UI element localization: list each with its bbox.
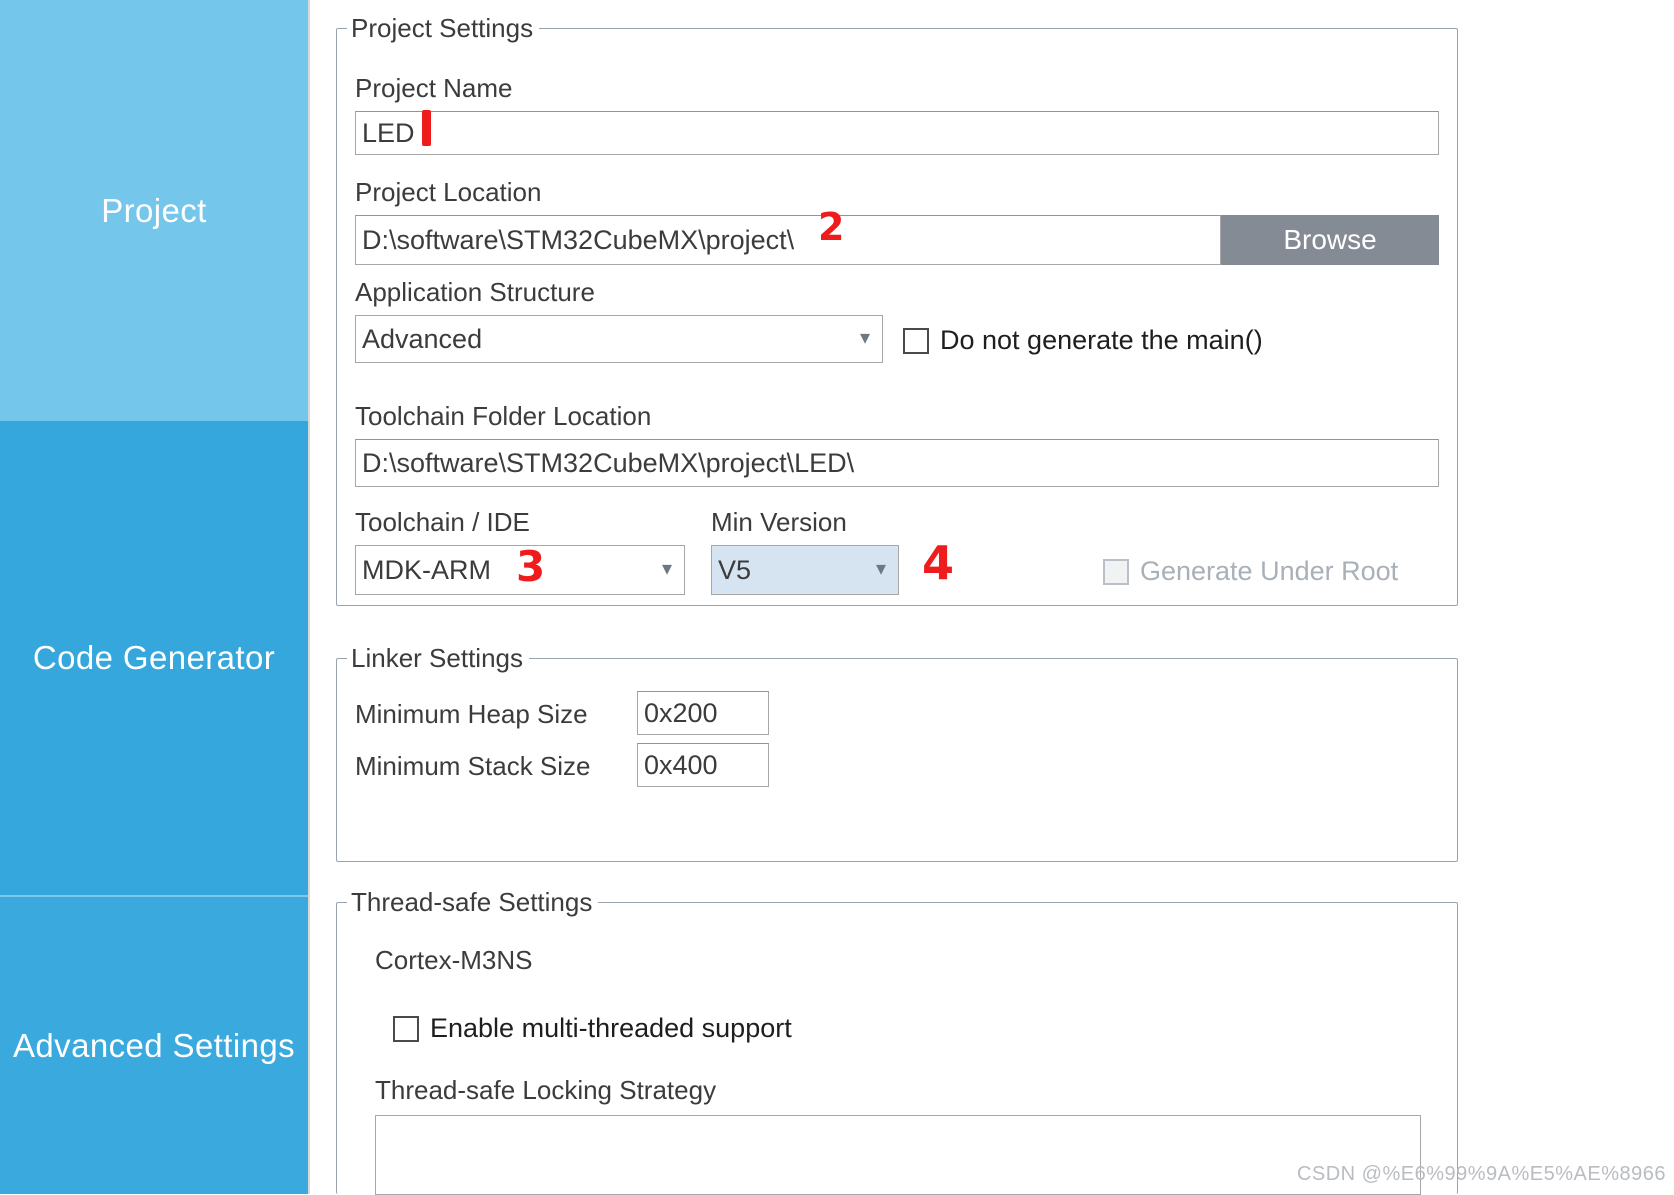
thread-safe-locking-strategy-select[interactable]: [375, 1115, 1421, 1195]
thread-safe-locking-strategy-label: Thread-safe Locking Strategy: [375, 1075, 717, 1105]
do-not-generate-main-checkbox-row[interactable]: Do not generate the main(): [903, 325, 1263, 356]
chevron-down-icon: ▾: [859, 327, 870, 349]
project-location-label: Project Location: [355, 177, 542, 207]
application-structure-label: Application Structure: [355, 277, 595, 307]
settings-panel: Project Settings Project Name LED Projec…: [308, 0, 1674, 1195]
application-structure-select[interactable]: Advanced ▾: [355, 315, 883, 363]
sidebar-item-project[interactable]: Project: [0, 0, 308, 421]
project-settings-group-title: Project Settings: [347, 13, 540, 44]
enable-multithreaded-support-checkbox-row[interactable]: Enable multi-threaded support: [393, 1013, 792, 1044]
browse-button[interactable]: Browse: [1221, 215, 1439, 265]
project-name-input[interactable]: LED: [355, 111, 1439, 155]
annotation-mark-3: 3: [516, 542, 546, 591]
sidebar-item-advanced-settings[interactable]: Advanced Settings: [0, 895, 308, 1194]
chevron-down-icon: ▾: [661, 558, 672, 580]
sidebar-navigation: Project Code Generator Advanced Settings: [0, 0, 308, 1194]
watermark-text: CSDN @%E6%99%9A%E5%AE%8966: [1296, 1163, 1666, 1185]
min-version-select[interactable]: V5 ▾: [711, 545, 899, 595]
application-structure-value: Advanced: [362, 323, 483, 354]
generate-under-root-label: Generate Under Root: [1140, 556, 1399, 586]
toolchain-folder-location-label: Toolchain Folder Location: [355, 401, 652, 431]
annotation-mark-1: [422, 110, 431, 146]
sidebar-item-label-advanced-settings: Advanced Settings: [13, 1026, 295, 1064]
generate-under-root-checkbox-row: Generate Under Root: [1103, 556, 1398, 587]
sidebar-item-label-project: Project: [101, 191, 207, 229]
min-version-label: Min Version: [711, 507, 847, 537]
min-version-value: V5: [718, 554, 752, 585]
toolchain-ide-value: MDK-ARM: [362, 554, 491, 585]
toolchain-folder-location-input[interactable]: D:\software\STM32CubeMX\project\LED\: [355, 439, 1439, 487]
minimum-heap-size-input[interactable]: 0x200: [637, 691, 769, 735]
core-name-label: Cortex-M3NS: [375, 945, 533, 975]
chevron-down-icon: ▾: [875, 558, 886, 580]
thread-safe-settings-group: Thread-safe Settings Cortex-M3NS Enable …: [336, 887, 1458, 1195]
thread-safe-settings-group-title: Thread-safe Settings: [347, 887, 599, 918]
linker-settings-group: Linker Settings Minimum Heap Size 0x200 …: [336, 643, 1458, 862]
annotation-mark-2: 2: [818, 205, 845, 249]
checkbox-icon-enable-multithreaded-support[interactable]: [393, 1015, 419, 1042]
toolchain-ide-label: Toolchain / IDE: [355, 507, 530, 537]
minimum-heap-size-label: Minimum Heap Size: [355, 699, 588, 729]
checkbox-icon-generate-under-root: [1103, 558, 1129, 585]
project-settings-group: Project Settings Project Name LED Projec…: [336, 13, 1458, 606]
enable-multithreaded-support-label: Enable multi-threaded support: [430, 1013, 792, 1043]
minimum-stack-size-label: Minimum Stack Size: [355, 751, 591, 781]
minimum-stack-size-input[interactable]: 0x400: [637, 743, 769, 787]
project-location-input[interactable]: D:\software\STM32CubeMX\project\: [355, 215, 1221, 265]
checkbox-icon-do-not-generate-main[interactable]: [903, 327, 929, 354]
linker-settings-group-title: Linker Settings: [347, 643, 529, 674]
project-name-label: Project Name: [355, 73, 513, 103]
sidebar-item-label-code-generator: Code Generator: [32, 639, 276, 676]
do-not-generate-main-label: Do not generate the main(): [940, 325, 1263, 355]
sidebar-item-code-generator[interactable]: Code Generator: [0, 421, 308, 895]
annotation-mark-4: 4: [922, 536, 955, 590]
